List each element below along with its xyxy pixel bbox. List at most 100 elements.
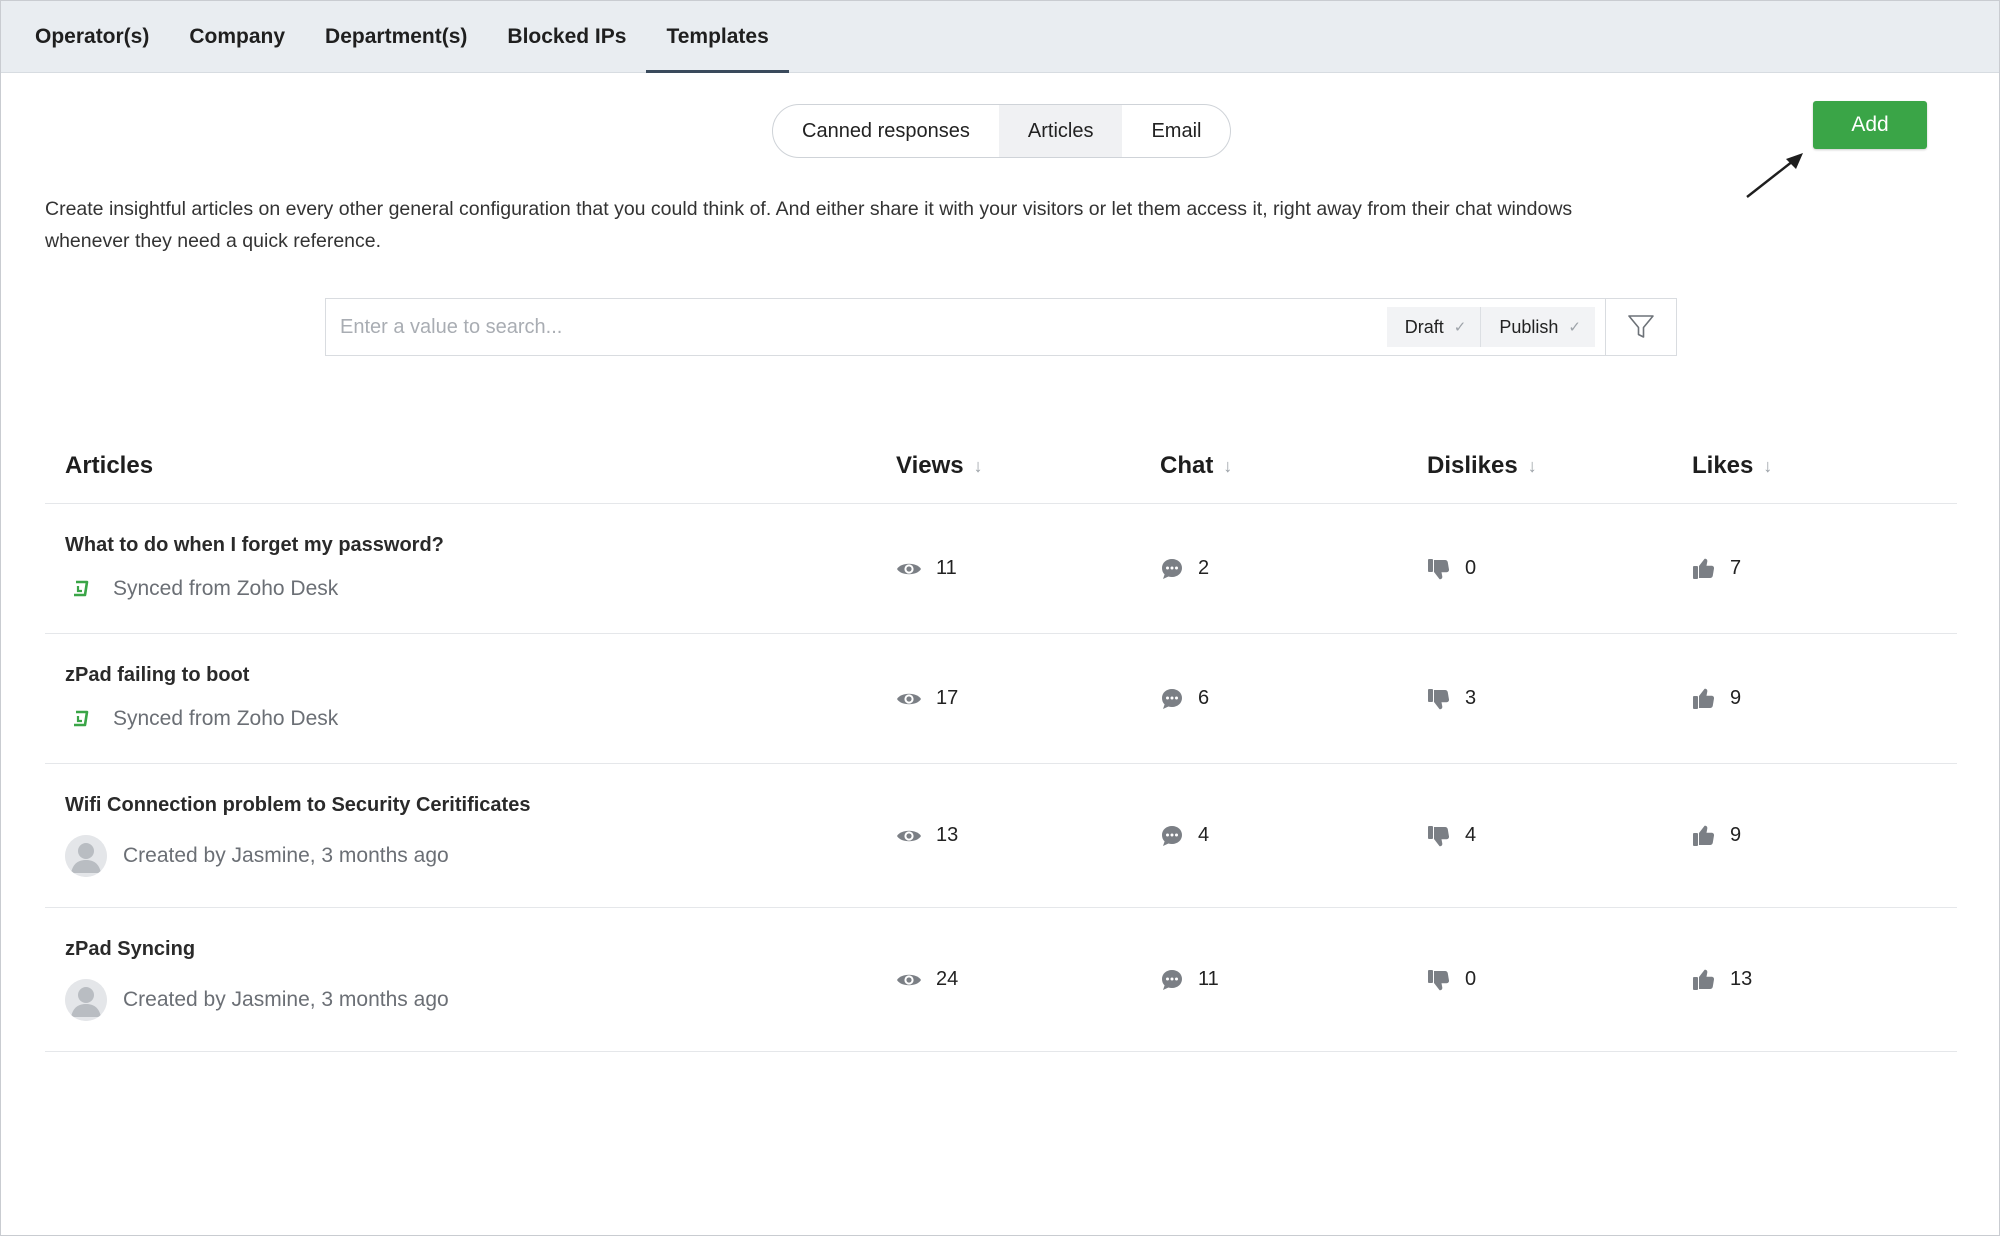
filter-chip-publish[interactable]: Publish ✓ bbox=[1480, 307, 1595, 347]
article-meta-text: Created by Jasmine, 3 months ago bbox=[123, 844, 449, 867]
top-navigation: Operator(s) Company Department(s) Blocke… bbox=[1, 1, 1999, 73]
dislikes-cell: 3 bbox=[1427, 687, 1692, 711]
tab-departments[interactable]: Department(s) bbox=[305, 1, 487, 72]
dislikes-count: 0 bbox=[1465, 557, 1477, 579]
thumbs-down-icon bbox=[1428, 558, 1450, 579]
sort-arrow-icon[interactable]: ↓ bbox=[1223, 456, 1232, 477]
views-cell: 11 bbox=[893, 557, 1160, 580]
header-chat: Chat ↓ bbox=[1160, 452, 1427, 480]
thumbs-down-icon bbox=[1428, 825, 1450, 846]
header-articles: Articles bbox=[45, 452, 893, 480]
sort-arrow-icon[interactable]: ↓ bbox=[974, 456, 983, 477]
likes-cell: 9 bbox=[1692, 687, 1957, 711]
chat-bubble-icon bbox=[1162, 825, 1182, 846]
eye-icon bbox=[897, 563, 921, 574]
views-count: 11 bbox=[936, 557, 957, 579]
views-count: 24 bbox=[936, 968, 959, 990]
search-input[interactable] bbox=[326, 299, 1387, 355]
table-row[interactable]: zPad Syncing Created by Jasmine, 3 month… bbox=[45, 908, 1957, 1052]
article-meta-text: Created by Jasmine, 3 months ago bbox=[123, 988, 449, 1011]
likes-count: 9 bbox=[1730, 824, 1742, 846]
likes-count: 7 bbox=[1730, 557, 1742, 579]
sort-arrow-icon[interactable]: ↓ bbox=[1763, 456, 1772, 477]
chat-count: 4 bbox=[1198, 824, 1210, 846]
article-meta: Synced from Zoho Desk bbox=[65, 705, 893, 733]
eye-icon bbox=[897, 830, 921, 841]
filter-button[interactable] bbox=[1605, 299, 1676, 355]
funnel-icon bbox=[1628, 315, 1654, 338]
header-label: Views bbox=[896, 452, 964, 479]
table-row[interactable]: What to do when I forget my password? Sy… bbox=[45, 504, 1957, 634]
table-row[interactable]: Wifi Connection problem to Security Ceri… bbox=[45, 764, 1957, 908]
views-cell: 17 bbox=[893, 687, 1160, 710]
article-title[interactable]: zPad Syncing bbox=[65, 938, 893, 961]
chat-cell: 6 bbox=[1160, 687, 1427, 711]
avatar bbox=[65, 979, 107, 1021]
zoho-desk-sync-icon bbox=[65, 705, 97, 733]
article-cell: zPad failing to boot Synced from Zoho De… bbox=[45, 634, 893, 763]
avatar bbox=[65, 835, 107, 877]
filter-chip-draft[interactable]: Draft ✓ bbox=[1386, 307, 1481, 347]
table-body: What to do when I forget my password? Sy… bbox=[45, 504, 1957, 1052]
zoho-desk-sync-icon bbox=[65, 575, 97, 603]
views-count: 17 bbox=[936, 687, 959, 709]
tab-blocked-ips[interactable]: Blocked IPs bbox=[487, 1, 646, 72]
chat-count: 11 bbox=[1198, 968, 1219, 990]
thumbs-down-icon bbox=[1428, 969, 1450, 990]
thumbs-up-icon bbox=[1693, 825, 1715, 846]
segment-canned-responses[interactable]: Canned responses bbox=[773, 105, 999, 157]
dislikes-cell: 4 bbox=[1427, 824, 1692, 848]
article-meta-text: Synced from Zoho Desk bbox=[113, 577, 339, 600]
likes-cell: 7 bbox=[1692, 557, 1957, 581]
article-cell: What to do when I forget my password? Sy… bbox=[45, 504, 893, 633]
eye-icon bbox=[897, 693, 921, 704]
page-description: Create insightful articles on every othe… bbox=[45, 198, 1573, 252]
dislikes-cell: 0 bbox=[1427, 557, 1692, 581]
views-cell: 24 bbox=[893, 968, 1160, 991]
table-header: Articles Views ↓ Chat ↓ Dislikes ↓ Likes… bbox=[45, 429, 1957, 504]
chat-cell: 4 bbox=[1160, 824, 1427, 848]
article-title[interactable]: What to do when I forget my password? bbox=[65, 534, 893, 557]
segment-articles[interactable]: Articles bbox=[998, 105, 1123, 157]
articles-table: Articles Views ↓ Chat ↓ Dislikes ↓ Likes… bbox=[45, 429, 1957, 1052]
article-cell: zPad Syncing Created by Jasmine, 3 month… bbox=[45, 908, 893, 1051]
dislikes-count: 4 bbox=[1465, 824, 1477, 846]
thumbs-up-icon bbox=[1693, 969, 1715, 990]
header-dislikes: Dislikes ↓ bbox=[1427, 452, 1692, 480]
tab-templates[interactable]: Templates bbox=[646, 1, 790, 73]
bottom-fade bbox=[1, 1165, 1999, 1235]
dislikes-cell: 0 bbox=[1427, 968, 1692, 992]
article-title[interactable]: zPad failing to boot bbox=[65, 664, 893, 687]
views-count: 13 bbox=[936, 824, 959, 846]
likes-count: 9 bbox=[1730, 687, 1742, 709]
chat-count: 6 bbox=[1198, 687, 1210, 709]
dislikes-count: 3 bbox=[1465, 687, 1477, 709]
header-label: Dislikes bbox=[1427, 452, 1518, 479]
thumbs-down-icon bbox=[1428, 688, 1450, 709]
chat-bubble-icon bbox=[1162, 969, 1182, 990]
sort-arrow-icon[interactable]: ↓ bbox=[1528, 456, 1537, 477]
likes-count: 13 bbox=[1730, 968, 1753, 990]
header-label: Chat bbox=[1160, 452, 1214, 479]
views-cell: 13 bbox=[893, 824, 1160, 847]
article-title[interactable]: Wifi Connection problem to Security Ceri… bbox=[65, 794, 893, 817]
tab-operators[interactable]: Operator(s) bbox=[15, 1, 169, 72]
segment-email[interactable]: Email bbox=[1122, 105, 1230, 157]
check-icon: ✓ bbox=[1568, 319, 1581, 336]
article-meta: Synced from Zoho Desk bbox=[65, 575, 893, 603]
annotation-arrow-icon bbox=[1746, 153, 1803, 198]
article-meta: Created by Jasmine, 3 months ago bbox=[65, 835, 893, 877]
header-label: Likes bbox=[1692, 452, 1754, 479]
tab-company[interactable]: Company bbox=[169, 1, 305, 72]
table-row[interactable]: zPad failing to boot Synced from Zoho De… bbox=[45, 634, 1957, 764]
check-icon: ✓ bbox=[1453, 319, 1467, 336]
likes-cell: 9 bbox=[1692, 824, 1957, 848]
app-frame: Operator(s) Company Department(s) Blocke… bbox=[0, 0, 2000, 1236]
dislikes-count: 0 bbox=[1465, 968, 1477, 990]
chat-bubble-icon bbox=[1162, 688, 1182, 709]
thumbs-up-icon bbox=[1693, 558, 1715, 579]
add-button[interactable]: Add bbox=[1813, 101, 1927, 149]
header-likes: Likes ↓ bbox=[1692, 452, 1957, 480]
article-meta-text: Synced from Zoho Desk bbox=[113, 707, 339, 730]
chat-cell: 11 bbox=[1160, 968, 1427, 992]
